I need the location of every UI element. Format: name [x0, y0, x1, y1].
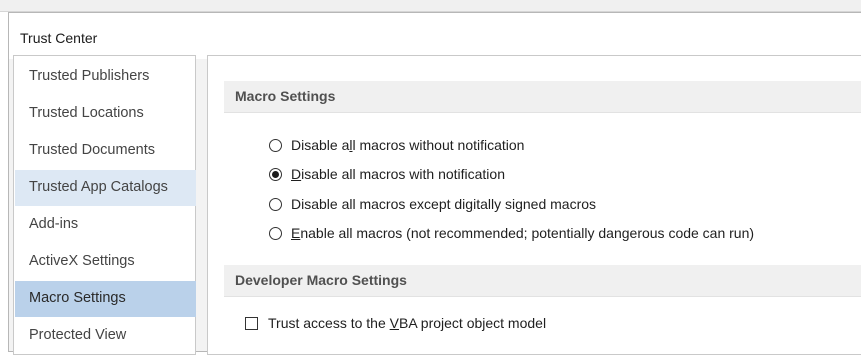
sidebar-item-trusted-locations[interactable]: Trusted Locations — [15, 96, 196, 132]
sidebar-item-add-ins[interactable]: Add-ins — [15, 207, 196, 243]
checkbox[interactable] — [245, 316, 258, 330]
radio-label: Disable all macros with notification — [291, 166, 505, 182]
radio-label: Enable all macros (not recommended; pote… — [291, 225, 755, 241]
background-window-strip — [0, 0, 861, 12]
settings-content-panel: Macro Settings Disable all macros withou… — [207, 55, 861, 355]
sidebar-item-trusted-documents[interactable]: Trusted Documents — [15, 133, 196, 169]
radio-button[interactable] — [269, 226, 282, 240]
sidebar-nav: Trusted Publishers Trusted Locations Tru… — [13, 55, 196, 355]
radio-disable-all-with-notification[interactable]: Disable all macros with notification — [269, 163, 505, 185]
checkbox-trust-vba-access[interactable]: Trust access to the VBA project object m… — [245, 312, 546, 334]
radio-disable-all-without-notification[interactable]: Disable all macros without notification — [269, 134, 524, 156]
sidebar-item-trusted-publishers[interactable]: Trusted Publishers — [15, 59, 196, 95]
radio-button[interactable] — [269, 138, 282, 152]
sidebar-item-protected-view[interactable]: Protected View — [15, 318, 196, 354]
radio-label: Disable all macros except digitally sign… — [291, 196, 597, 212]
checkbox-label: Trust access to the VBA project object m… — [268, 315, 547, 331]
sidebar-item-activex-settings[interactable]: ActiveX Settings — [15, 244, 196, 280]
radio-label: Disable all macros without notification — [291, 137, 525, 153]
macro-settings-header: Macro Settings — [224, 81, 861, 113]
developer-macro-settings-header: Developer Macro Settings — [224, 265, 861, 297]
radio-disable-except-signed[interactable]: Disable all macros except digitally sign… — [269, 193, 596, 215]
radio-button[interactable] — [269, 197, 282, 211]
radio-button-selected[interactable] — [269, 167, 282, 181]
dialog-title: Trust Center — [20, 30, 98, 46]
sidebar-item-macro-settings[interactable]: Macro Settings — [15, 281, 196, 317]
dialog-title-bar: Trust Center — [9, 13, 861, 59]
radio-enable-all-macros[interactable]: Enable all macros (not recommended; pote… — [269, 222, 754, 244]
sidebar-item-trusted-app-catalogs[interactable]: Trusted App Catalogs — [15, 170, 196, 206]
